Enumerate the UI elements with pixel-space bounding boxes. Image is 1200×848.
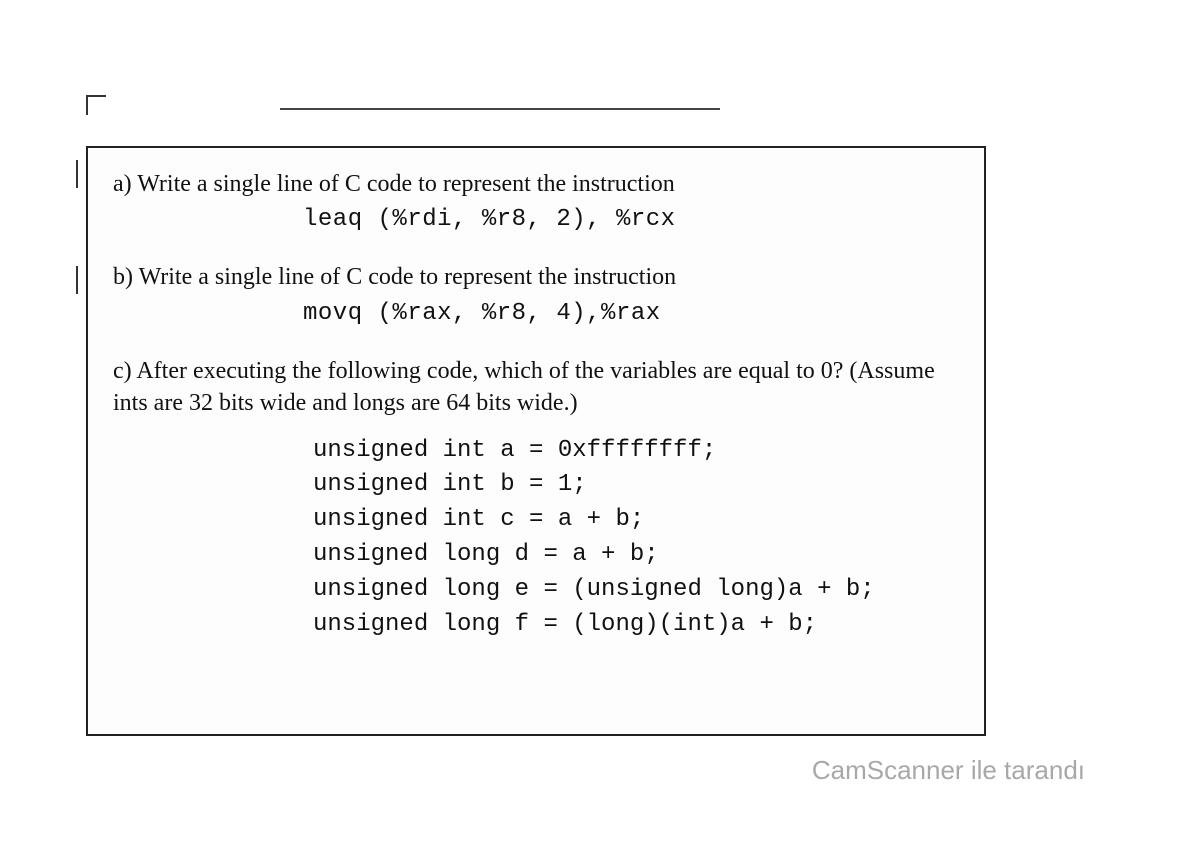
code-line: unsigned long f = (long)(int)a + b; [313,611,817,638]
top-divider-line [280,108,720,110]
problem-b-body: Write a single line of C code to represe… [133,264,676,290]
problem-b-label: b) [113,264,133,290]
corner-mark [86,95,106,115]
code-line: unsigned long d = a + b; [313,541,659,568]
code-line: unsigned long e = (unsigned long)a + b; [313,576,875,603]
code-line: unsigned int a = 0xffffffff; [313,437,716,464]
problem-c-text: c) After executing the following code, w… [113,355,959,420]
problem-c-code: unsigned int a = 0xffffffff; unsigned in… [313,434,959,643]
problem-a-text: a) Write a single line of C code to repr… [113,168,959,200]
problem-a-code: leaq (%rdi, %r8, 2), %rcx [303,206,959,233]
problem-a-body: Write a single line of C code to represe… [132,171,675,197]
margin-tick [76,160,84,188]
margin-tick [76,266,84,294]
problem-a: a) Write a single line of C code to repr… [113,168,959,233]
problem-b: b) Write a single line of C code to repr… [113,261,959,326]
problem-c-body: After executing the following code, whic… [113,358,935,416]
problem-b-text: b) Write a single line of C code to repr… [113,261,959,293]
content-box: a) Write a single line of C code to repr… [86,146,986,736]
problem-c-label: c) [113,358,132,384]
problem-a-label: a) [113,171,132,197]
code-line: unsigned int c = a + b; [313,506,644,533]
code-line: unsigned int b = 1; [313,471,587,498]
camscanner-watermark: CamScanner ile tarandı [812,755,1085,786]
problem-c: c) After executing the following code, w… [113,355,959,643]
problem-b-code: movq (%rax, %r8, 4),%rax [303,300,959,327]
page-container: a) Write a single line of C code to repr… [0,0,1200,848]
